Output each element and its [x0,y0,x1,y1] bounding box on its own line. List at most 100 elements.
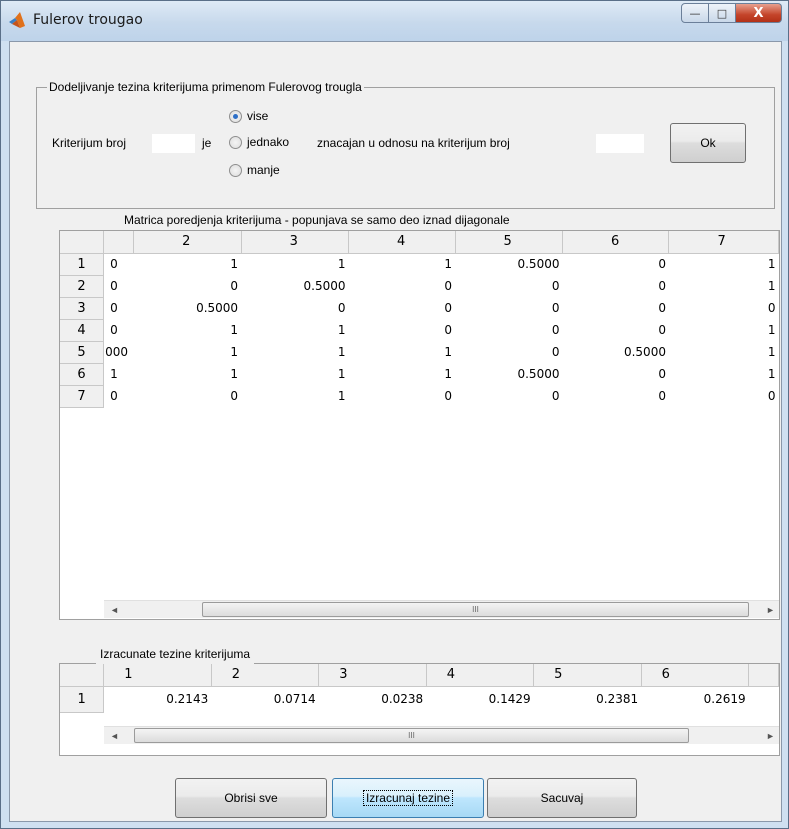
column-header: 5 [533,664,642,687]
table-cell[interactable]: 0 [104,297,134,319]
table-row: 2 0 0 0.5000 0 0 0 1 [60,275,779,298]
corner-cell [60,231,105,254]
table-cell[interactable]: 0 [562,319,668,341]
table-cell[interactable]: 1 [241,253,348,275]
scroll-left-icon[interactable]: ◄ [106,601,123,618]
table-cell[interactable]: 1 [669,319,779,341]
table-cell[interactable]: 0.0238 [319,686,426,712]
row-header: 1 [60,686,105,713]
table-cell[interactable]: 0 [349,319,455,341]
table-cell[interactable]: 1 [669,363,779,385]
table-cell[interactable]: 0 [562,253,668,275]
table-cell[interactable]: 0.2619 [641,686,748,712]
table-cell[interactable]: 0.2143 [104,686,212,712]
table-cell[interactable]: 0 [134,275,241,297]
table-cell[interactable]: 0.5000 [455,253,562,275]
table-cell[interactable]: 0 [104,385,134,407]
row-header: 6 [60,363,105,386]
scroll-right-icon[interactable]: ► [762,601,779,618]
table-cell[interactable]: 0 [669,385,779,407]
table-cell[interactable]: 1 [349,363,455,385]
table-cell[interactable]: 0.0714 [211,686,318,712]
table-cell[interactable]: 000 [104,341,134,363]
maximize-icon: □ [716,6,728,20]
comparison-matrix-table[interactable]: 2 3 4 5 6 7 1 0 1 1 1 0.5000 0 1 2 0 0 0… [59,230,780,620]
table-cell[interactable]: 1 [349,341,455,363]
table-cell[interactable]: 1 [669,275,779,297]
table-cell[interactable]: 0.2381 [534,686,641,712]
table-row: 1 0 1 1 1 0.5000 0 1 [60,253,779,276]
table-cell[interactable]: 1 [241,319,348,341]
scroll-grip-icon: III [408,731,415,740]
scroll-left-icon[interactable]: ◄ [106,727,123,744]
column-header: 6 [562,231,670,254]
table-cell[interactable]: 1 [134,341,241,363]
radio-manje[interactable]: manje [229,163,280,177]
table-cell-empty [749,686,779,712]
column-header [103,231,135,254]
table-cell[interactable]: 0 [562,363,668,385]
table-cell[interactable]: 1 [134,253,241,275]
table-cell[interactable]: 1 [241,385,348,407]
matrix-grid: 2 3 4 5 6 7 1 0 1 1 1 0.5000 0 1 2 0 0 0… [60,231,779,408]
maximize-button[interactable]: □ [709,3,736,23]
scroll-right-icon[interactable]: ► [762,727,779,744]
matrix-horizontal-scrollbar[interactable]: ◄ III ► [104,600,779,618]
table-cell[interactable]: 0.5000 [455,363,562,385]
scrollbar-thumb[interactable]: III [202,602,749,617]
table-cell[interactable]: 0 [562,275,668,297]
table-cell[interactable]: 0 [455,341,562,363]
table-cell[interactable]: 0 [455,385,562,407]
table-cell[interactable]: 1 [669,253,779,275]
table-cell[interactable]: 0 [349,385,455,407]
table-cell[interactable]: 0 [455,319,562,341]
save-button[interactable]: Sacuvaj [487,778,637,818]
table-cell[interactable]: 0.5000 [241,275,348,297]
table-cell[interactable]: 1 [241,363,348,385]
table-cell[interactable]: 0.5000 [134,297,241,319]
table-cell[interactable]: 0 [562,297,668,319]
table-cell[interactable]: 1 [134,363,241,385]
table-cell[interactable]: 0 [349,297,455,319]
column-header: 4 [348,231,456,254]
minimize-button[interactable]: — [681,3,709,23]
title-bar[interactable]: Fulerov trougao — □ X [1,1,788,41]
row-header: 7 [60,385,105,408]
table-cell[interactable]: 0 [104,275,134,297]
table-cell[interactable]: 0.5000 [562,341,668,363]
table-cell[interactable]: 0 [455,275,562,297]
radio-jednako[interactable]: jednako [229,135,289,149]
table-cell[interactable]: 1 [104,363,134,385]
table-cell[interactable]: 1 [349,253,455,275]
table-row: 6 1 1 1 1 0.5000 0 1 [60,363,779,386]
scrollbar-thumb[interactable]: III [134,728,689,743]
table-cell[interactable]: 0 [104,319,134,341]
table-cell[interactable]: 0 [455,297,562,319]
table-cell[interactable]: 0 [349,275,455,297]
table-cell[interactable]: 1 [134,319,241,341]
radio-vise[interactable]: vise [229,109,268,123]
table-cell[interactable]: 1 [669,341,779,363]
criterion-input-2[interactable] [596,134,644,153]
compute-weights-button[interactable]: Izracunaj tezine [332,778,484,818]
corner-cell [60,664,105,687]
ok-button[interactable]: Ok [670,123,746,163]
table-cell[interactable]: 1 [241,341,348,363]
table-cell[interactable]: 0.1429 [426,686,533,712]
close-button[interactable]: X [736,3,782,23]
weights-horizontal-scrollbar[interactable]: ◄ III ► [104,726,779,744]
table-row: 7 0 0 1 0 0 0 0 [60,385,779,408]
je-label: je [202,136,212,150]
column-header: 2 [211,664,320,687]
table-cell[interactable]: 0 [104,253,134,275]
clear-all-button[interactable]: Obrisi sve [175,778,327,818]
table-cell[interactable]: 0 [669,297,779,319]
client-area: Dodeljivanje tezina kriterijuma primenom… [9,41,782,822]
table-cell[interactable]: 0 [562,385,668,407]
criterion-input-1[interactable] [152,134,195,153]
radio-checked-icon [229,109,242,123]
table-cell[interactable]: 0 [241,297,348,319]
table-row: 4 0 1 1 0 0 0 1 [60,319,779,342]
weights-table[interactable]: 1 2 3 4 5 6 1 0.2143 0.0714 0.0238 0.142… [59,663,780,756]
table-cell[interactable]: 0 [134,385,241,407]
